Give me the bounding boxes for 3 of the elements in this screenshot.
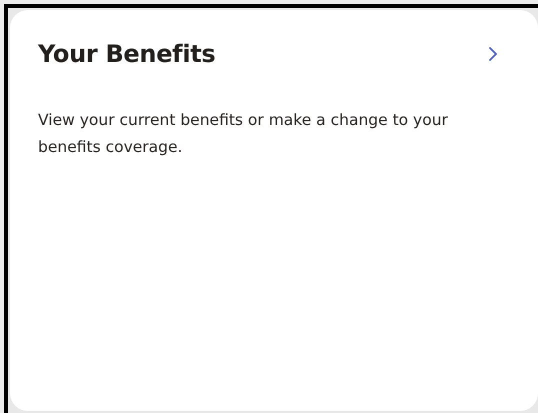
chevron-right-icon[interactable] — [488, 46, 498, 62]
card-description: View your current benefits or make a change to your benefits coverage. — [38, 110, 449, 158]
card-title: Your Benefits — [38, 40, 216, 69]
